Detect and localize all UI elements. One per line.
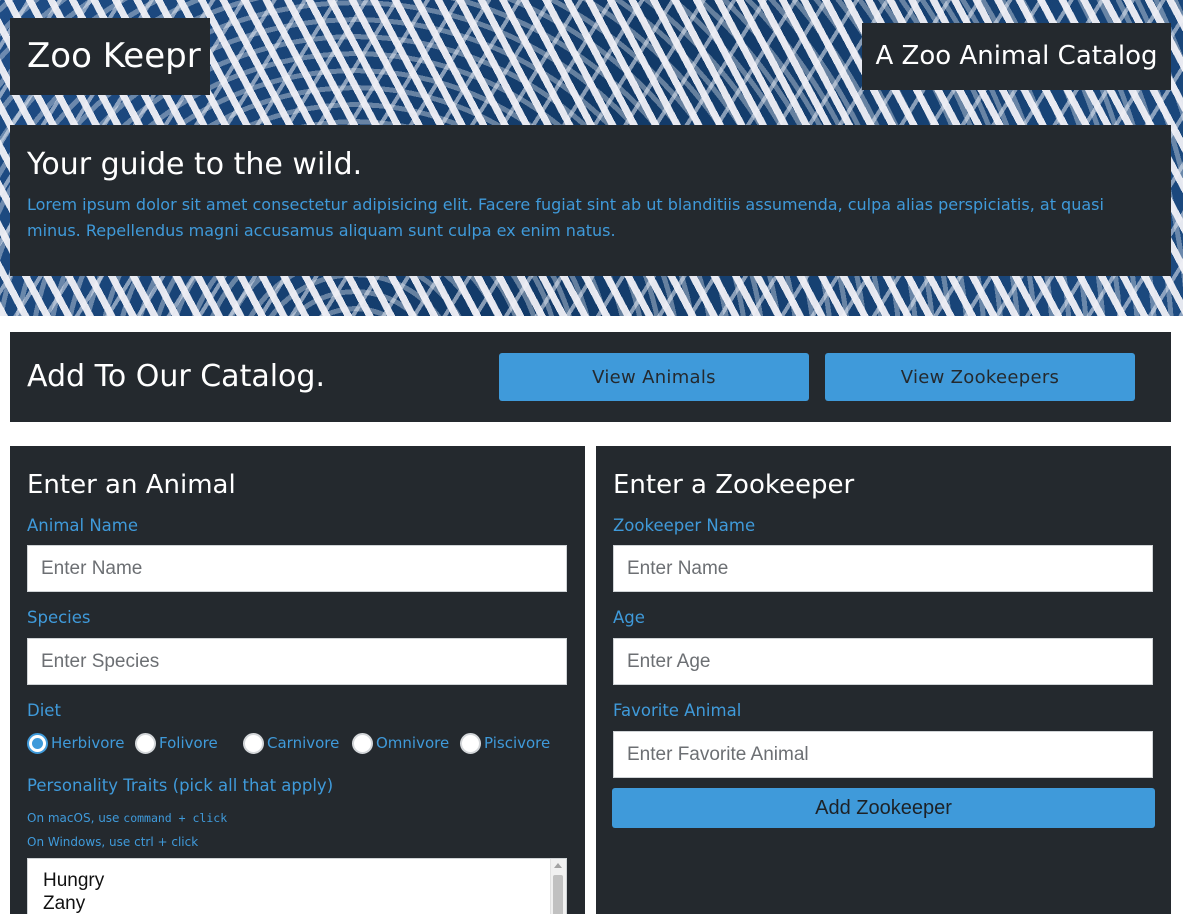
diet-option-label: Piscivore: [484, 734, 551, 752]
hint-macos: On macOS, use command + click: [27, 810, 227, 826]
view-animals-button[interactable]: View Animals: [499, 353, 809, 401]
diet-option-label: Herbivore: [51, 734, 125, 752]
zookeeper-name-input[interactable]: [613, 545, 1153, 592]
favorite-animal-input[interactable]: [613, 731, 1153, 778]
scroll-up-arrow-icon[interactable]: [554, 863, 562, 868]
diet-option-piscivore[interactable]: Piscivore: [460, 732, 550, 754]
scroll-thumb[interactable]: [553, 875, 563, 914]
view-zookeepers-button[interactable]: View Zookeepers: [825, 353, 1135, 401]
zookeeper-form: Enter a Zookeeper Zookeeper Name Age Fav…: [596, 446, 1171, 914]
zookeeper-name-label: Zookeeper Name: [613, 516, 756, 535]
personality-traits-select[interactable]: Hungry Zany: [27, 858, 567, 914]
radio-button[interactable]: [460, 732, 481, 754]
radio-button-checked[interactable]: [27, 732, 48, 754]
age-label: Age: [613, 608, 645, 627]
zookeeper-form-heading: Enter a Zookeeper: [613, 470, 855, 500]
species-input[interactable]: [27, 638, 567, 685]
intro-heading: Your guide to the wild.: [27, 147, 363, 182]
diet-option-omnivore[interactable]: Omnivore: [352, 732, 449, 754]
trait-option[interactable]: Zany: [28, 892, 566, 914]
animal-name-input[interactable]: [27, 545, 567, 592]
species-label: Species: [27, 608, 91, 627]
catalog-heading: Add To Our Catalog.: [27, 359, 325, 394]
diet-label: Diet: [27, 701, 61, 720]
intro-panel: Your guide to the wild. Lorem ipsum dolo…: [10, 125, 1171, 276]
animal-name-label: Animal Name: [27, 516, 139, 535]
catalog-bar: Add To Our Catalog. View Animals View Zo…: [10, 332, 1171, 422]
diet-radio-group: Herbivore Folivore Carnivore Omnivore Pi…: [27, 732, 572, 754]
brand-title[interactable]: Zoo Keepr: [10, 18, 210, 95]
hint-macos-keys: command + click: [123, 811, 228, 825]
add-zookeeper-button[interactable]: Add Zookeeper: [612, 788, 1155, 828]
tagline: A Zoo Animal Catalog: [862, 23, 1171, 90]
animal-form: Enter an Animal Animal Name Species Diet…: [10, 446, 585, 914]
diet-option-folivore[interactable]: Folivore: [135, 732, 218, 754]
radio-button[interactable]: [352, 732, 373, 754]
hero-banner: Zoo Keepr A Zoo Animal Catalog Your guid…: [0, 0, 1183, 316]
animal-form-heading: Enter an Animal: [27, 470, 236, 500]
trait-option[interactable]: Hungry: [28, 869, 566, 892]
radio-button[interactable]: [243, 732, 264, 754]
listbox-scrollbar[interactable]: [550, 859, 566, 914]
traits-label: Personality Traits (pick all that apply): [27, 776, 334, 795]
diet-option-herbivore[interactable]: Herbivore: [27, 732, 124, 754]
age-input[interactable]: [613, 638, 1153, 685]
diet-option-label: Omnivore: [376, 734, 450, 752]
hint-macos-prefix: On macOS, use: [27, 811, 120, 825]
favorite-animal-label: Favorite Animal: [613, 701, 742, 720]
hint-windows: On Windows, use ctrl + click: [27, 835, 199, 849]
diet-option-label: Folivore: [159, 734, 218, 752]
diet-option-label: Carnivore: [267, 734, 340, 752]
intro-text: Lorem ipsum dolor sit amet consectetur a…: [27, 195, 1104, 240]
diet-option-carnivore[interactable]: Carnivore: [243, 732, 339, 754]
radio-button[interactable]: [135, 732, 156, 754]
